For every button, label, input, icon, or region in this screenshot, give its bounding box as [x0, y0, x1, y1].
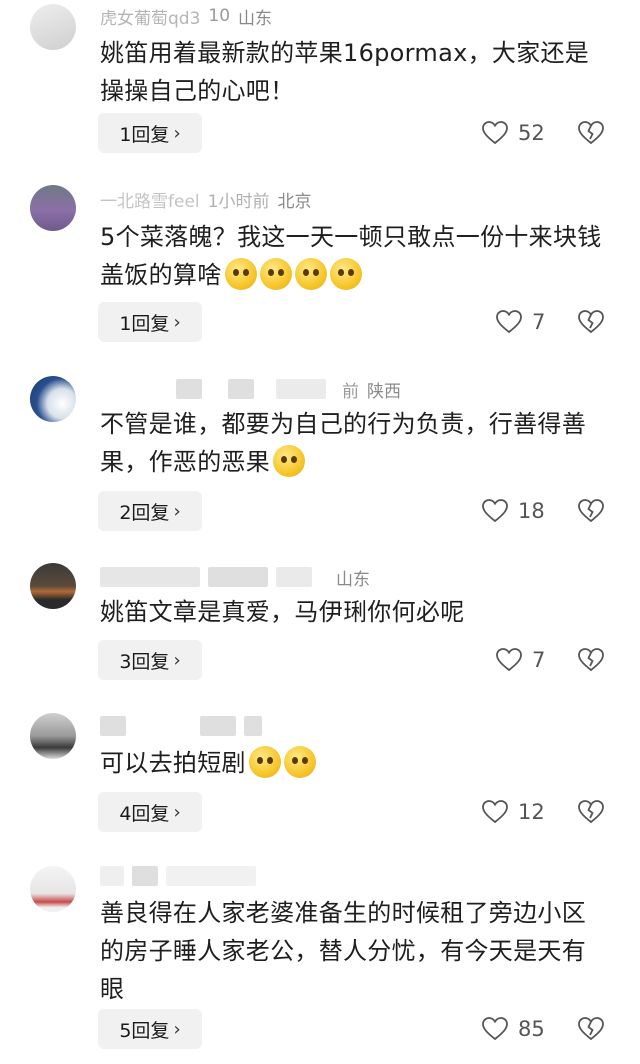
avatar[interactable] — [30, 563, 76, 609]
username-redacted — [166, 866, 256, 886]
pleading-face-icon — [294, 258, 327, 290]
comment-meta: 虎女葡萄qd3 10 山东 — [100, 4, 273, 29]
reply-label: 3回复 — [119, 650, 170, 673]
comment-text-content: 姚笛文章是真爱，马伊琍你何必呢 — [100, 598, 465, 626]
dislike-button[interactable] — [578, 113, 604, 153]
chevron-right-icon: › — [173, 1018, 181, 1040]
username-redacted — [100, 567, 200, 587]
comment-text-content: 不管是谁，都要为自己的行为负责，行善得善果，作恶的恶果 — [100, 410, 586, 476]
location: 山东 — [336, 569, 370, 590]
comment-text-content: 善良得在人家老婆准备生的时候租了旁边小区的房子睡人家老公，替人分忧，有今天是天有… — [100, 899, 586, 1003]
timestamp: 1小时前 — [207, 191, 270, 212]
dislike-button[interactable] — [578, 640, 604, 680]
username-redacted — [176, 379, 202, 399]
reply-label: 2回复 — [119, 501, 170, 524]
username-redacted — [208, 567, 268, 587]
like-button[interactable]: 52 — [482, 113, 545, 153]
dislike-button[interactable] — [578, 792, 604, 832]
broken-heart-icon — [578, 310, 604, 334]
timestamp: 10 — [208, 6, 231, 26]
avatar[interactable] — [30, 376, 76, 422]
reply-label: 1回复 — [119, 123, 170, 146]
like-button[interactable]: 85 — [482, 1009, 545, 1049]
heart-outline-icon — [482, 1017, 508, 1041]
pleading-face-icon — [259, 258, 292, 290]
broken-heart-icon — [578, 121, 604, 145]
like-button[interactable]: 18 — [482, 491, 545, 531]
comment-text: 5个菜落魄？我这一天一顿只敢点一份十来块钱盖饭的算啥 — [100, 218, 610, 294]
reply-button[interactable]: 2回复 › — [98, 491, 202, 531]
comment-meta: 一北路雪feel 1小时前 北京 — [100, 187, 312, 212]
comment-meta — [100, 864, 280, 888]
chevron-right-icon: › — [173, 801, 181, 823]
comment-text: 姚笛文章是真爱，马伊琍你何必呢 — [100, 593, 610, 631]
broken-heart-icon — [578, 1017, 604, 1041]
like-count: 18 — [518, 499, 545, 523]
comment-text-content: 可以去拍短剧 — [100, 749, 246, 777]
comment-text: 不管是谁，都要为自己的行为负责，行善得善果，作恶的恶果 — [100, 405, 610, 481]
reply-button[interactable]: 5回复 › — [98, 1009, 202, 1049]
location: 北京 — [277, 191, 312, 212]
location: 山东 — [238, 8, 273, 29]
reply-label: 4回复 — [119, 802, 170, 825]
astonished-face-icon — [273, 445, 306, 477]
like-count: 12 — [518, 800, 545, 824]
username-redacted — [132, 866, 158, 886]
username-redacted — [228, 379, 254, 399]
comment-meta: 前 陕西 — [100, 377, 401, 402]
like-count: 7 — [532, 648, 546, 672]
chevron-right-icon: › — [173, 649, 181, 671]
like-count: 52 — [518, 121, 545, 145]
broken-heart-icon — [578, 800, 604, 824]
like-count: 85 — [518, 1017, 545, 1041]
location: 陕西 — [367, 381, 401, 402]
username-redacted — [100, 866, 124, 886]
like-button[interactable]: 12 — [482, 792, 545, 832]
reply-label: 1回复 — [119, 312, 170, 335]
comment-text: 姚笛用着最新款的苹果16pormax，大家还是操操自己的心吧！ — [100, 34, 610, 110]
username-redacted — [276, 567, 312, 587]
like-button[interactable]: 7 — [496, 640, 545, 680]
username-redacted — [276, 379, 326, 399]
avatar[interactable] — [30, 866, 76, 912]
username-redacted — [100, 716, 126, 736]
crying-face-icon — [248, 746, 281, 778]
reply-button[interactable]: 1回复 › — [98, 302, 202, 342]
like-count: 7 — [532, 310, 546, 334]
avatar[interactable] — [30, 4, 76, 50]
chevron-right-icon: › — [173, 122, 181, 144]
chevron-right-icon: › — [173, 500, 181, 522]
comment-text-content: 姚笛用着最新款的苹果16pormax，大家还是操操自己的心吧！ — [100, 39, 590, 105]
username[interactable]: 一北路雪feel — [100, 187, 200, 212]
dislike-button[interactable] — [578, 1009, 604, 1049]
avatar[interactable] — [30, 185, 76, 231]
reply-button[interactable]: 1回复 › — [98, 113, 202, 153]
comment-meta: 山东 — [100, 565, 370, 590]
heart-outline-icon — [482, 499, 508, 523]
chevron-right-icon: › — [173, 311, 181, 333]
heart-outline-icon — [496, 310, 522, 334]
heart-outline-icon — [496, 648, 522, 672]
reply-label: 5回复 — [119, 1019, 170, 1042]
username[interactable]: 虎女葡萄qd3 — [100, 4, 200, 29]
crying-face-icon — [283, 746, 316, 778]
avatar[interactable] — [30, 713, 76, 759]
pleading-face-icon — [329, 258, 362, 290]
like-button[interactable]: 7 — [496, 302, 545, 342]
timestamp: 前 — [342, 381, 359, 402]
broken-heart-icon — [578, 499, 604, 523]
username-redacted — [200, 716, 236, 736]
reply-button[interactable]: 3回复 › — [98, 640, 202, 680]
comment-meta — [100, 714, 286, 738]
broken-heart-icon — [578, 648, 604, 672]
pleading-face-icon — [224, 258, 257, 290]
username-redacted — [244, 716, 262, 736]
dislike-button[interactable] — [578, 302, 604, 342]
comment-text: 可以去拍短剧 — [100, 744, 610, 782]
comment-text: 善良得在人家老婆准备生的时候租了旁边小区的房子睡人家老公，替人分忧，有今天是天有… — [100, 894, 610, 1008]
dislike-button[interactable] — [578, 491, 604, 531]
heart-outline-icon — [482, 121, 508, 145]
heart-outline-icon — [482, 800, 508, 824]
reply-button[interactable]: 4回复 › — [98, 792, 202, 832]
